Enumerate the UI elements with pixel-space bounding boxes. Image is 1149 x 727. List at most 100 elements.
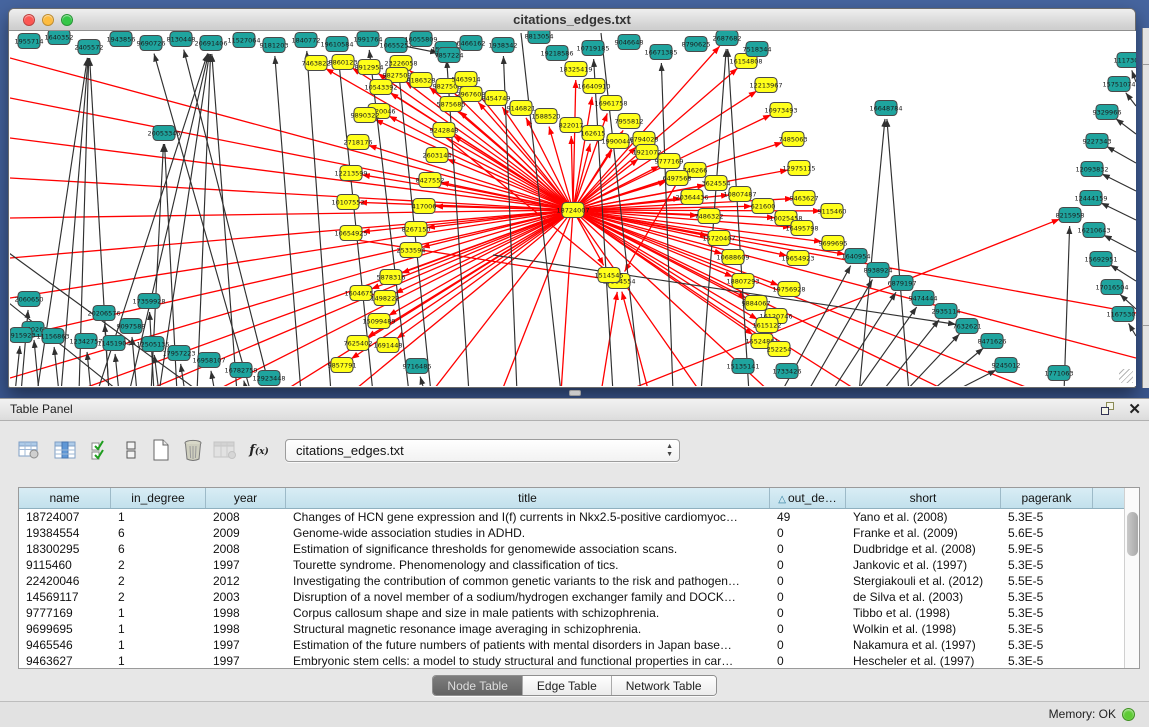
graph-node[interactable]: 16210643 (1077, 223, 1110, 238)
minimize-button[interactable] (42, 14, 54, 26)
graph-node[interactable]: 15751074 (1102, 77, 1135, 92)
cell-year[interactable]: 2009 (206, 525, 286, 541)
cell-name[interactable]: 14569117 (19, 589, 111, 605)
graph-node[interactable]: 9245012 (992, 358, 1021, 373)
cell-out_de…[interactable]: 0 (770, 525, 846, 541)
cell-name[interactable]: 9115460 (19, 557, 111, 573)
graph-node[interactable]: 3915923 (10, 328, 35, 343)
graph-node[interactable]: 7955812 (615, 114, 644, 129)
cell-out_de…[interactable]: 0 (770, 637, 846, 653)
cell-out_de…[interactable]: 0 (770, 541, 846, 557)
cell-in_degree[interactable]: 1 (111, 653, 206, 669)
graph-edge[interactable] (728, 49, 749, 386)
graph-node[interactable]: 9716485 (403, 359, 432, 374)
cell-in_degree[interactable]: 1 (111, 637, 206, 653)
graph-node[interactable]: 1771063 (1045, 366, 1074, 381)
network-view-window[interactable]: citations_edges.txt 18724007193845547463… (8, 8, 1136, 388)
graph-node[interactable]: 2060650 (15, 292, 44, 307)
tab-edge-table[interactable]: Edge Table (523, 676, 612, 695)
graph-edge[interactable] (1129, 323, 1136, 336)
cell-pagerank[interactable]: 5.3E-5 (1001, 589, 1093, 605)
graph-node[interactable]: 16961758 (594, 96, 627, 111)
graph-edge[interactable] (887, 119, 909, 386)
graph-node[interactable]: 7857224 (435, 48, 464, 63)
graph-edge[interactable] (1116, 119, 1136, 134)
graph-edge[interactable] (105, 324, 109, 386)
column-header-filler[interactable] (1093, 488, 1125, 508)
window-resize-handle[interactable] (1119, 369, 1133, 383)
graph-node[interactable]: 9474444 (909, 291, 938, 306)
graph-node[interactable]: 2405572 (75, 40, 104, 55)
graph-node[interactable]: 7518344 (743, 42, 772, 57)
graph-edge[interactable] (573, 80, 576, 210)
graph-node[interactable]: 5463914 (452, 72, 481, 87)
cell-title[interactable]: Corpus callosum shape and size in male p… (286, 605, 770, 621)
graph-node[interactable]: 12213967 (749, 78, 782, 93)
table-row[interactable]: 911546021997Tourette syndrome. Phenomeno… (19, 557, 1139, 573)
graph-edge[interactable] (197, 54, 211, 386)
graph-node[interactable]: 9777169 (655, 154, 684, 169)
graph-node[interactable]: 621600 (751, 199, 776, 214)
cell-in_degree[interactable]: 1 (111, 621, 206, 637)
cell-name[interactable]: 9777169 (19, 605, 111, 621)
graph-node[interactable]: 11527064 (227, 33, 260, 48)
cell-out_de…[interactable]: 0 (770, 573, 846, 589)
graph-node[interactable]: 1588520 (532, 109, 561, 124)
graph-node[interactable]: 2718176 (344, 135, 373, 150)
table-row[interactable]: 969969511998Structural magnetic resonanc… (19, 621, 1139, 637)
panel-divider[interactable] (569, 390, 581, 396)
graph-edge[interactable] (807, 280, 873, 386)
graph-node[interactable]: 1955714 (15, 34, 44, 49)
cell-pagerank[interactable]: 5.9E-5 (1001, 541, 1093, 557)
cell-year[interactable]: 2008 (206, 509, 286, 525)
cell-in_degree[interactable]: 2 (111, 557, 206, 573)
graph-node[interactable]: 15099489 (362, 314, 395, 329)
graph-node[interactable]: 9463627 (790, 191, 819, 206)
column-header-in_degree[interactable]: in_degree (111, 488, 206, 508)
cell-year[interactable]: 2003 (206, 589, 286, 605)
graph-node[interactable]: 10688609 (716, 250, 749, 265)
graph-node[interactable]: 1498222 (371, 291, 400, 306)
graph-node[interactable]: 2687682 (713, 31, 742, 46)
cell-name[interactable]: 18724007 (19, 509, 111, 525)
graph-node[interactable]: 9857791 (328, 358, 357, 373)
graph-node[interactable]: 8912954 (355, 60, 384, 75)
graph-node[interactable]: 5878316 (377, 270, 406, 285)
cell-name[interactable]: 9463627 (19, 653, 111, 669)
table-row[interactable]: 1938455462009Genome-wide association stu… (19, 525, 1139, 541)
graph-node[interactable]: 1691448 (374, 338, 403, 353)
graph-node[interactable]: 9097588 (117, 319, 146, 334)
graph-edge[interactable] (54, 347, 59, 386)
graph-node[interactable]: 1514545 (595, 268, 624, 283)
graph-node[interactable]: 8938924 (864, 263, 893, 278)
cell-in_degree[interactable]: 2 (111, 573, 206, 589)
table-row[interactable]: 1830029562008Estimation of significance … (19, 541, 1139, 557)
cell-pagerank[interactable]: 5.3E-5 (1001, 637, 1093, 653)
graph-edge[interactable] (1126, 93, 1136, 106)
graph-node[interactable]: 1640352 (45, 31, 74, 45)
delete-column-button[interactable] (180, 437, 206, 463)
cell-name[interactable]: 18300295 (19, 541, 111, 557)
graph-node[interactable]: 1733426 (773, 364, 802, 379)
table-row[interactable]: 946362711997Embryonic stem cells: a mode… (19, 653, 1139, 669)
new-column-button[interactable] (148, 437, 174, 463)
graph-node[interactable]: 15692951 (1084, 252, 1117, 267)
cell-pagerank[interactable]: 5.5E-5 (1001, 573, 1093, 589)
table-settings-button[interactable] (16, 437, 42, 463)
cell-year[interactable]: 2008 (206, 541, 286, 557)
network-canvas[interactable]: 1872400719384554746382288601238912954232… (10, 31, 1136, 386)
graph-node[interactable]: 1615122 (753, 318, 782, 333)
cell-out_de…[interactable]: 0 (770, 589, 846, 605)
graph-node[interactable]: 252254 (767, 342, 792, 357)
cell-name[interactable]: 19384554 (19, 525, 111, 541)
graph-edge[interactable] (1107, 146, 1136, 163)
cell-in_degree[interactable]: 1 (111, 509, 206, 525)
graph-node[interactable]: 15135141 (726, 359, 759, 374)
graph-node[interactable]: 8790625 (682, 37, 711, 52)
graph-edge[interactable] (115, 354, 119, 386)
cell-title[interactable]: Embryonic stem cells: a model to study s… (286, 653, 770, 669)
graph-node[interactable]: 8215958 (1056, 208, 1085, 223)
cell-pagerank[interactable]: 5.3E-5 (1001, 557, 1093, 573)
graph-node[interactable]: 7486322 (695, 209, 724, 224)
graph-node[interactable]: 417006 (412, 199, 437, 214)
